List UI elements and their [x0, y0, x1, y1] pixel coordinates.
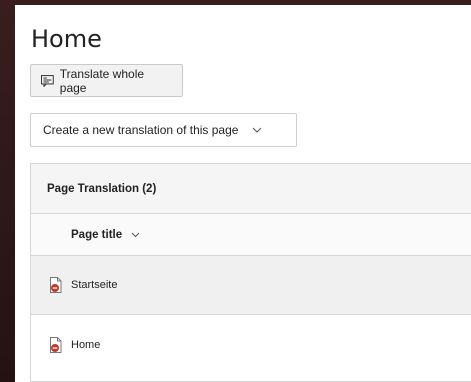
row-page-title[interactable]: Home: [71, 339, 100, 351]
chevron-down-icon: [253, 127, 262, 133]
content-panel: Home Translate whole page Create a new t…: [15, 5, 471, 382]
page-title: Home: [31, 25, 102, 53]
page-translation-heading: Page Translation (2): [31, 164, 471, 214]
create-translation-select[interactable]: Create a new translation of this page: [30, 113, 297, 147]
translate-whole-page-label: Translate whole page: [59, 66, 145, 95]
create-translation-select-value: Create a new translation of this page: [43, 123, 239, 137]
table-row[interactable]: Startseite: [31, 256, 471, 315]
chevron-down-icon: [131, 232, 140, 237]
page-translation-panel: Page Translation (2) Page title Startsei…: [30, 163, 471, 382]
translate-page-icon: [41, 74, 54, 87]
page-hidden-icon: [50, 277, 62, 293]
column-header-page-title[interactable]: Page title: [31, 214, 471, 256]
row-page-title[interactable]: Startseite: [71, 279, 117, 291]
translate-whole-page-button[interactable]: Translate whole page: [30, 64, 183, 97]
table-row[interactable]: Home: [31, 315, 471, 374]
page-hidden-icon: [50, 336, 62, 353]
column-header-label: Page title: [71, 228, 123, 241]
